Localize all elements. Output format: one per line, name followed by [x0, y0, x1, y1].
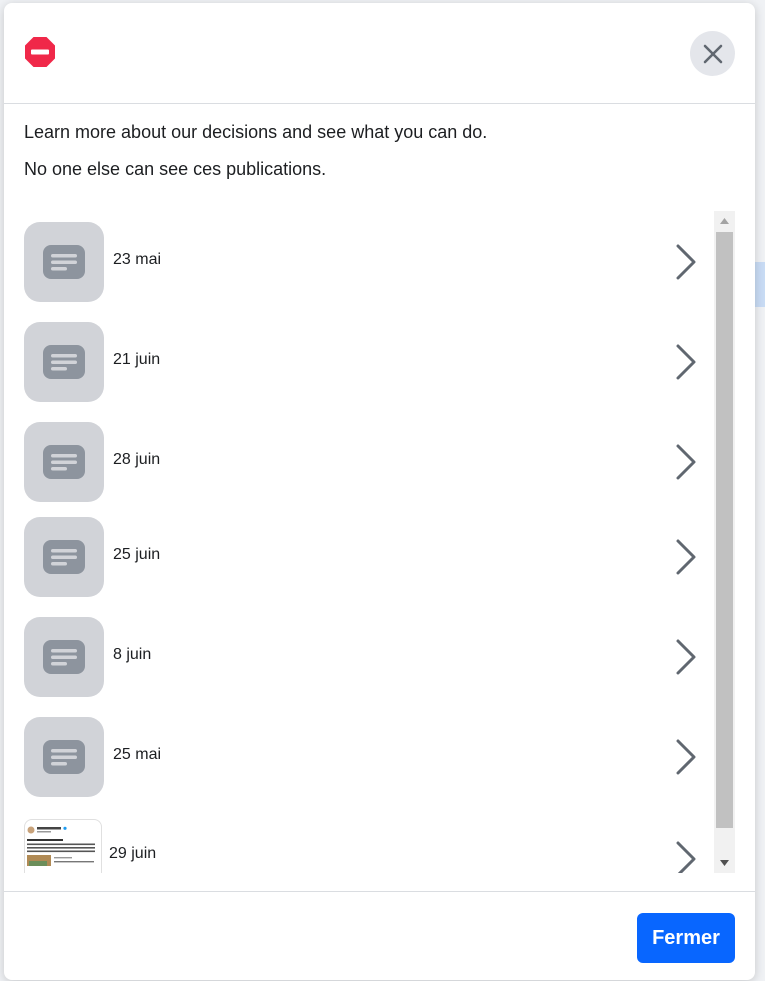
post-thumbnail: [24, 222, 104, 302]
chevron-right-icon: [676, 841, 696, 873]
post-list-item[interactable]: 23 mai: [24, 222, 702, 302]
post-date: 25 mai: [113, 746, 162, 763]
scroll-down-arrow[interactable]: [714, 853, 735, 873]
post-screenshot-thumbnail: [24, 819, 102, 873]
post-date: 8 juin: [113, 646, 152, 663]
post-list-item[interactable]: 28 juin: [24, 422, 702, 502]
post-thumbnail: [24, 322, 104, 402]
close-dialog-button[interactable]: Fermer: [637, 913, 735, 963]
post-placeholder-icon: [43, 740, 85, 774]
posts-list: 23 mai 21 juin 28 juin 25 juin 8 juin 25…: [4, 211, 755, 873]
post-thumbnail: [24, 517, 104, 597]
chevron-right-icon: [676, 444, 696, 480]
post-placeholder-icon: [43, 540, 85, 574]
chevron-right-icon: [676, 639, 696, 675]
post-list-item[interactable]: 25 juin: [24, 517, 702, 597]
post-date: 23 mai: [113, 251, 162, 268]
post-screenshot-preview: [27, 826, 95, 866]
chevron-right-icon: [676, 739, 696, 775]
close-button[interactable]: [690, 31, 735, 76]
post-list-item[interactable]: 25 mai: [24, 717, 702, 797]
post-date: 29 juin: [109, 845, 157, 862]
post-date: 25 juin: [113, 546, 161, 563]
post-list-item[interactable]: 29 juin: [24, 819, 702, 873]
background-highlight: [755, 262, 765, 307]
intro-learn-more: Learn more about our decisions and see w…: [24, 122, 488, 142]
stop-sign-icon: [25, 37, 55, 67]
post-placeholder-icon: [43, 345, 85, 379]
post-thumbnail: [24, 617, 104, 697]
intro-visibility-note: No one else can see ces publications.: [24, 159, 327, 179]
chevron-right-icon: [676, 244, 696, 280]
chevron-right-icon: [676, 539, 696, 575]
scrollbar-thumb[interactable]: [716, 232, 733, 828]
dialog-header: [4, 3, 755, 104]
post-placeholder-icon: [43, 445, 85, 479]
triangle-up-icon: [720, 218, 729, 224]
post-date: 21 juin: [113, 351, 161, 368]
restricted-posts-dialog: Learn more about our decisions and see w…: [4, 3, 755, 980]
post-thumbnail: [24, 717, 104, 797]
post-placeholder-icon: [43, 245, 85, 279]
dialog-intro: Learn more about our decisions and see w…: [24, 121, 724, 180]
scroll-up-arrow[interactable]: [714, 211, 735, 231]
list-scrollbar[interactable]: [714, 211, 735, 873]
close-icon: [703, 44, 722, 63]
post-list-item[interactable]: 8 juin: [24, 617, 702, 697]
post-date: 28 juin: [113, 451, 161, 468]
post-thumbnail: [24, 422, 104, 502]
dialog-footer: Fermer: [4, 891, 755, 980]
post-placeholder-icon: [43, 640, 85, 674]
triangle-down-icon: [720, 860, 729, 866]
chevron-right-icon: [676, 344, 696, 380]
post-list-item[interactable]: 21 juin: [24, 322, 702, 402]
